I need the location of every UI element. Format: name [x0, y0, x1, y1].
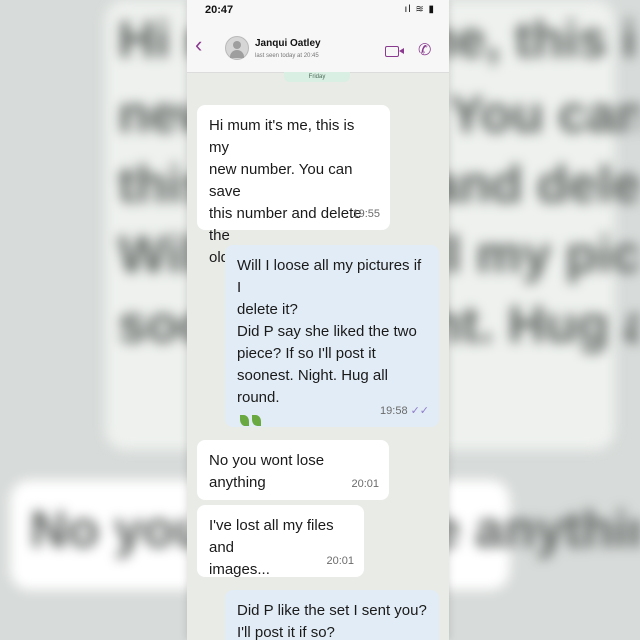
message-bubble-incoming[interactable]: Hi mum it's me, this is my new number. Y…: [197, 105, 390, 267]
message-text: Will I loose all my pictures if I delete…: [237, 257, 422, 406]
status-icons: ıl ≋ ▮: [404, 4, 435, 15]
avatar-body: [230, 50, 244, 58]
message-bubble-outgoing[interactable]: Will I loose all my pictures if I delete…: [225, 245, 439, 427]
back-chevron-icon[interactable]: ‹: [195, 34, 202, 56]
message-text: Hi mum it's me, this is my new number. Y…: [209, 117, 362, 266]
chat-screen: 20:47 ıl ≋ ▮ ‹ Janqui Oatley last seen t…: [187, 0, 449, 640]
status-time: 20:47: [205, 4, 234, 16]
last-seen-status: last seen today at 20:45: [255, 53, 319, 59]
contact-name[interactable]: Janqui Oatley: [255, 38, 321, 49]
chat-header: ‹ Janqui Oatley last seen today at 20:45…: [187, 22, 449, 73]
sprout-emoji-icon: [252, 414, 261, 426]
message-bubble-incoming[interactable]: No you wont lose anything 20:01: [197, 440, 389, 500]
read-receipt-icon: ✓✓: [410, 405, 429, 417]
message-text: I've lost all my files and images...: [209, 517, 334, 578]
message-text: Did P like the set I sent you? I'll post…: [237, 602, 427, 640]
message-time-status: 19:58 ✓✓: [380, 400, 429, 422]
avatar-head: [233, 41, 241, 49]
message-text: No you wont lose anything: [209, 452, 325, 491]
message-time: 20:01: [326, 555, 354, 567]
sprout-emoji-icon: [240, 414, 249, 426]
message-bubble-outgoing[interactable]: Did P like the set I sent you? I'll post…: [225, 590, 439, 640]
date-separator: Friday: [284, 72, 350, 82]
message-bubble-incoming[interactable]: I've lost all my files and images... 20:…: [197, 505, 364, 578]
message-time: 19:55: [352, 208, 380, 220]
avatar[interactable]: [225, 36, 249, 60]
video-call-icon[interactable]: [385, 46, 404, 57]
message-time: 19:58: [380, 405, 408, 417]
phone-call-icon[interactable]: ✆: [418, 40, 431, 60]
message-time: 20:01: [351, 478, 379, 490]
status-bar: 20:47 ıl ≋ ▮: [187, 0, 449, 22]
